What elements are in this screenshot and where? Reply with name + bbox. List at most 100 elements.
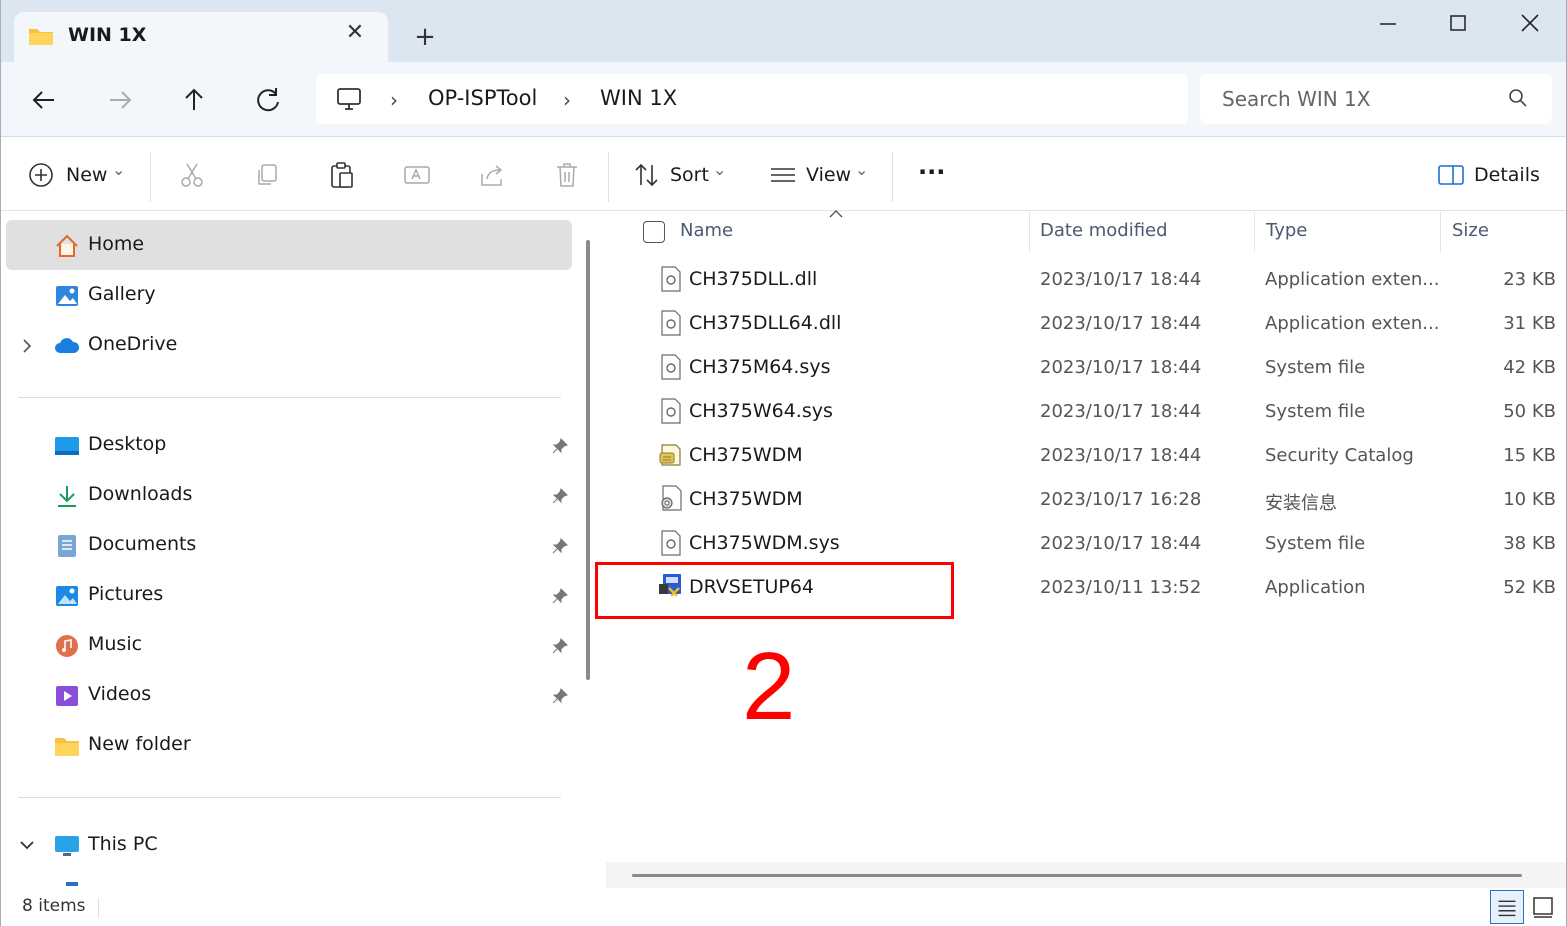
- item-count: 8 items: [22, 896, 86, 916]
- file-type: System file: [1265, 357, 1366, 378]
- refresh-icon[interactable]: [252, 84, 284, 116]
- tab-close-icon[interactable]: ✕: [344, 22, 366, 44]
- breadcrumb-win-1x[interactable]: WIN 1X: [600, 86, 677, 110]
- sidebar-item-label: New folder: [88, 733, 191, 755]
- up-arrow-icon[interactable]: [178, 84, 210, 116]
- sys-file-icon: [661, 398, 681, 424]
- share-icon[interactable]: [477, 160, 507, 190]
- sort-icon[interactable]: [632, 160, 662, 190]
- minimize-icon[interactable]: [1368, 10, 1408, 38]
- file-type: System file: [1265, 533, 1366, 554]
- file-name: CH375W64.sys: [689, 400, 833, 422]
- onedrive-icon: [55, 338, 80, 353]
- file-size: 38 KB: [1503, 533, 1556, 554]
- maximize-icon[interactable]: [1438, 10, 1478, 38]
- sidebar-item-label: Videos: [88, 683, 152, 705]
- breadcrumb-op-isptool[interactable]: OP-ISPTool: [428, 86, 537, 110]
- column-header-size[interactable]: Size: [1452, 220, 1489, 241]
- breadcrumb-separator[interactable]: ›: [563, 88, 571, 112]
- copy-icon[interactable]: [252, 160, 282, 190]
- details-button[interactable]: Details: [1474, 164, 1540, 186]
- pictures-icon: [56, 586, 78, 606]
- more-items-indicator: [66, 882, 78, 886]
- close-window-icon[interactable]: [1510, 10, 1550, 38]
- search-input[interactable]: Search WIN 1X: [1222, 87, 1371, 111]
- folder-icon: [55, 738, 79, 756]
- new-button[interactable]: New: [66, 164, 107, 186]
- file-name: CH375WDM: [689, 444, 803, 466]
- file-date: 2023/10/17 16:28: [1040, 489, 1202, 510]
- tab-title: WIN 1X: [68, 24, 147, 46]
- chevron-down-icon[interactable]: ⌄: [855, 160, 868, 179]
- file-type: System file: [1265, 401, 1366, 422]
- home-icon: [56, 234, 78, 257]
- details-view-icon[interactable]: [1490, 890, 1524, 924]
- view-list-icon[interactable]: [768, 160, 798, 190]
- sort-button[interactable]: Sort: [670, 164, 709, 186]
- pin-icon[interactable]: [552, 688, 568, 704]
- file-date: 2023/10/17 18:44: [1040, 401, 1202, 422]
- catalog-file-icon: [659, 444, 681, 466]
- sidebar-item-label: This PC: [88, 833, 158, 855]
- pin-icon[interactable]: [552, 538, 568, 554]
- pin-icon[interactable]: [552, 438, 568, 454]
- chevron-down-icon[interactable]: ⌄: [112, 160, 125, 179]
- search-icon[interactable]: [1508, 88, 1528, 108]
- file-size: 52 KB: [1503, 577, 1556, 598]
- sidebar-item-label: Downloads: [88, 483, 193, 505]
- pin-icon[interactable]: [552, 588, 568, 604]
- file-type: Application exten...: [1265, 313, 1440, 334]
- sidebar-item-label: Pictures: [88, 583, 164, 605]
- file-date: 2023/10/17 18:44: [1040, 357, 1202, 378]
- computer-icon: [337, 88, 361, 110]
- chevron-down-icon[interactable]: [18, 838, 36, 852]
- new-plus-icon[interactable]: [28, 160, 58, 190]
- desktop-folder-icon: [55, 437, 79, 455]
- new-tab-button[interactable]: +: [412, 24, 438, 50]
- column-header-date[interactable]: Date modified: [1040, 220, 1168, 241]
- sidebar-item-label: Desktop: [88, 433, 167, 455]
- breadcrumb-separator[interactable]: ›: [390, 88, 398, 112]
- file-size: 10 KB: [1503, 489, 1556, 510]
- column-divider[interactable]: [1029, 212, 1030, 252]
- file-name: CH375WDM.sys: [689, 532, 840, 554]
- file-date: 2023/10/17 18:44: [1040, 533, 1202, 554]
- forward-arrow-icon[interactable]: [104, 84, 136, 116]
- sidebar-item-label: Documents: [88, 533, 197, 555]
- file-size: 50 KB: [1503, 401, 1556, 422]
- back-arrow-icon[interactable]: [28, 84, 60, 116]
- sidebar-divider: [18, 797, 561, 798]
- toolbar-divider: [608, 152, 609, 202]
- details-pane-icon[interactable]: [1436, 160, 1466, 190]
- chevron-right-icon[interactable]: [20, 338, 34, 354]
- computer-icon: [55, 836, 79, 856]
- sidebar-scrollbar[interactable]: [586, 240, 590, 680]
- pin-icon[interactable]: [552, 638, 568, 654]
- toolbar-divider: [892, 152, 893, 202]
- column-header-name[interactable]: Name: [680, 220, 733, 241]
- file-size: 42 KB: [1503, 357, 1556, 378]
- column-divider[interactable]: [1254, 212, 1255, 252]
- annotation-highlight-box: [595, 562, 954, 619]
- delete-icon[interactable]: [552, 160, 582, 190]
- inf-file-icon: [661, 485, 682, 511]
- sidebar-item-label: OneDrive: [88, 333, 178, 355]
- cut-icon[interactable]: [177, 160, 207, 190]
- window-border: [0, 0, 1, 926]
- large-icons-view-icon[interactable]: [1530, 894, 1556, 920]
- paste-icon[interactable]: [327, 160, 357, 190]
- column-header-type[interactable]: Type: [1266, 220, 1307, 241]
- annotation-step-number: 2: [742, 633, 796, 740]
- more-options-button[interactable]: ···: [918, 158, 945, 186]
- select-all-checkbox[interactable]: [643, 221, 665, 243]
- downloads-icon: [58, 486, 76, 507]
- rename-icon[interactable]: [402, 160, 432, 190]
- sys-file-icon: [661, 530, 681, 556]
- pin-icon[interactable]: [552, 488, 568, 504]
- file-name: CH375M64.sys: [689, 356, 831, 378]
- file-name: CH375DLL64.dll: [689, 312, 842, 334]
- view-button[interactable]: View: [806, 164, 851, 186]
- column-divider[interactable]: [1440, 212, 1441, 252]
- chevron-down-icon[interactable]: ⌄: [713, 160, 726, 179]
- horizontal-scrollbar[interactable]: [632, 874, 1522, 877]
